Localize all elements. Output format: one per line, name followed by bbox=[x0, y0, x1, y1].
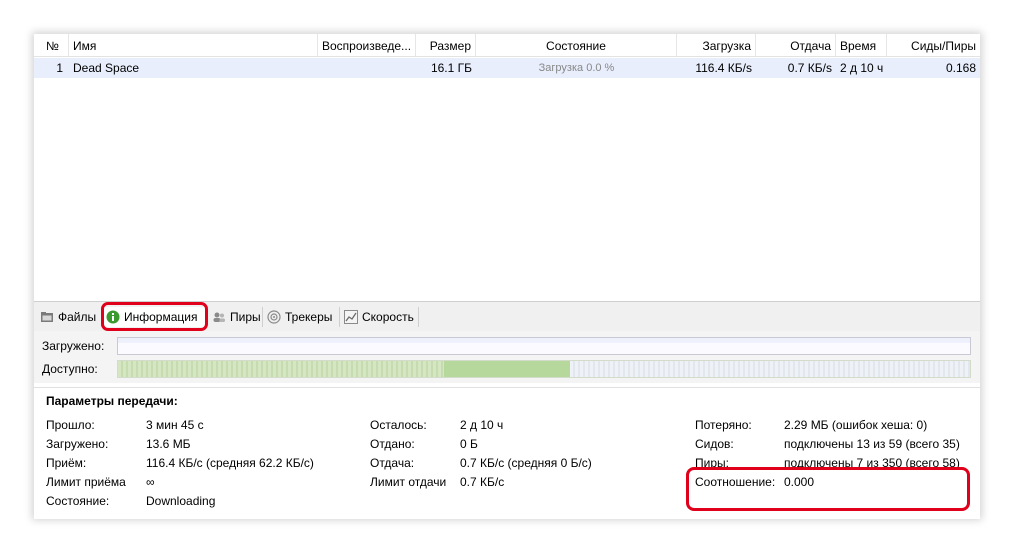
column-header-state[interactable]: Состояние bbox=[476, 34, 677, 56]
param-label: Отдача: bbox=[370, 456, 415, 470]
progress-section: Загружено: Доступно: bbox=[34, 331, 980, 383]
param-value: ∞ bbox=[146, 475, 155, 489]
users-icon bbox=[213, 312, 225, 322]
param-label: Лимит приёма bbox=[46, 475, 126, 489]
table-row[interactable]: 1 Dead Space 16.1 ГБ Загрузка 0.0 % 116.… bbox=[34, 58, 980, 78]
loaded-bar bbox=[117, 337, 971, 355]
param-label: Приём: bbox=[46, 456, 87, 470]
row-size: 16.1 ГБ bbox=[430, 61, 472, 75]
param-value: 0.7 КБ/с bbox=[460, 475, 505, 489]
highlight-seeds-peers bbox=[686, 467, 970, 511]
param-value: 2 д 10 ч bbox=[460, 418, 504, 432]
param-label: Сидов: bbox=[695, 437, 734, 451]
param-value: 2.29 МБ (ошибок хеша: 0) bbox=[784, 418, 928, 432]
column-header-upload[interactable]: Отдача bbox=[756, 34, 836, 56]
row-play bbox=[318, 58, 416, 78]
param-label: Состояние: bbox=[46, 494, 110, 508]
param-value: Downloading bbox=[146, 494, 216, 508]
torrent-list-empty-area[interactable] bbox=[34, 78, 980, 301]
param-value: 0 Б bbox=[460, 437, 478, 451]
param-value: 116.4 КБ/с (средняя 62.2 КБ/с) bbox=[146, 456, 314, 470]
row-number: 1 bbox=[56, 61, 63, 75]
row-time: 2 д 10 ч bbox=[840, 61, 884, 75]
param-label: Лимит отдачи bbox=[370, 475, 447, 489]
tab-peers[interactable]: Пиры bbox=[208, 307, 263, 327]
loaded-label: Загружено: bbox=[42, 339, 105, 353]
param-label: Прошло: bbox=[46, 418, 95, 432]
param-value: 3 мин 45 с bbox=[146, 418, 204, 432]
radar-icon bbox=[267, 310, 281, 324]
row-download-speed: 116.4 КБ/s bbox=[695, 61, 752, 75]
available-label: Доступно: bbox=[42, 362, 98, 376]
param-value: 0.7 КБ/с (средняя 0 Б/с) bbox=[460, 456, 592, 470]
row-seeds-peers: 0.168 bbox=[945, 61, 976, 75]
param-label: Потеряно: bbox=[695, 418, 752, 432]
tab-trackers[interactable]: Трекеры bbox=[263, 307, 340, 327]
column-header-play[interactable]: Воспроизведе... bbox=[318, 34, 416, 56]
param-value: 13.6 МБ bbox=[146, 437, 191, 451]
torrent-list-header: № Имя Воспроизведе... Размер Состояние З… bbox=[34, 34, 980, 57]
params-title: Параметры передачи: bbox=[46, 394, 178, 408]
column-header-number[interactable]: № bbox=[34, 34, 69, 56]
tab-speed-label: Скорость bbox=[362, 310, 414, 324]
available-bar bbox=[117, 360, 971, 378]
row-state: Загрузка 0.0 % bbox=[538, 62, 615, 74]
column-header-download[interactable]: Загрузка bbox=[677, 34, 756, 56]
column-header-seeds-peers[interactable]: Сиды/Пиры bbox=[887, 34, 980, 56]
highlight-info-tab bbox=[101, 302, 208, 331]
param-value: подключены 13 из 59 (всего 35) bbox=[784, 437, 960, 451]
param-label: Отдано: bbox=[370, 437, 415, 451]
tab-trackers-label: Трекеры bbox=[285, 310, 333, 324]
tab-files[interactable]: Файлы bbox=[36, 307, 102, 327]
folder-icon bbox=[41, 312, 53, 322]
param-label: Загружено: bbox=[46, 437, 109, 451]
row-name: Dead Space bbox=[73, 61, 140, 75]
utorrent-window: № Имя Воспроизведе... Размер Состояние З… bbox=[34, 34, 980, 519]
tab-speed[interactable]: Скорость bbox=[340, 307, 419, 327]
column-header-time[interactable]: Время bbox=[836, 34, 887, 56]
tab-files-label: Файлы bbox=[58, 310, 97, 324]
column-header-name[interactable]: Имя bbox=[69, 34, 318, 56]
chart-icon bbox=[344, 310, 358, 324]
tab-peers-label: Пиры bbox=[230, 310, 261, 324]
row-upload-speed: 0.7 КБ/s bbox=[787, 61, 832, 75]
param-label: Осталось: bbox=[370, 418, 427, 432]
column-header-size[interactable]: Размер bbox=[416, 34, 476, 56]
